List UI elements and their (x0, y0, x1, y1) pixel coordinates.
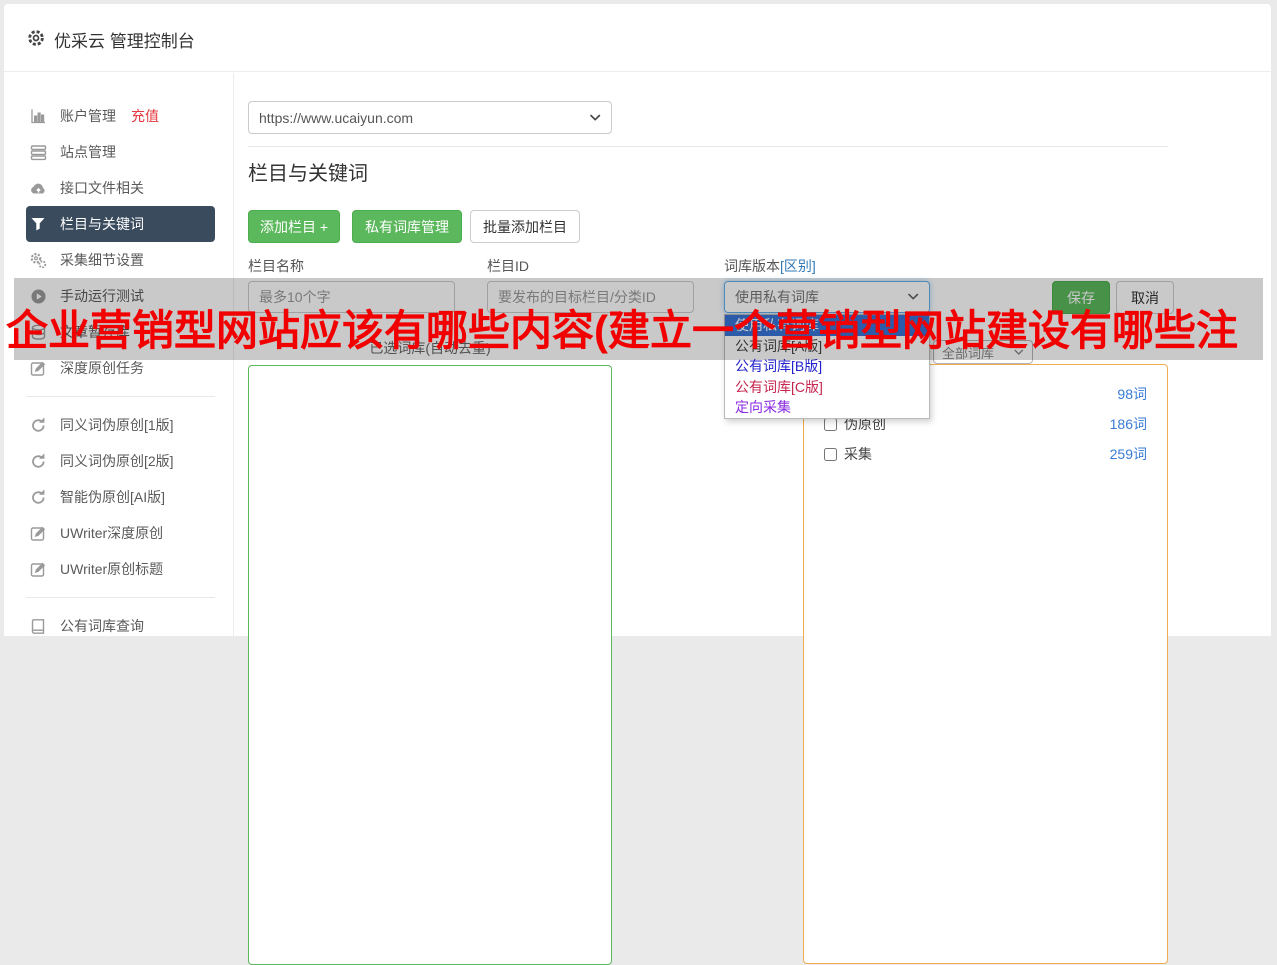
sidebar-item-account[interactable]: 账户管理 充值 (26, 98, 215, 134)
sidebar-item-label: 同义词伪原创[2版] (60, 453, 174, 469)
dropdown-option-public-a[interactable]: 公有词库[A版] (725, 336, 929, 357)
sidebar-item-manual-test[interactable]: 手动运行测试 (26, 278, 215, 314)
site-select[interactable]: https://www.ucaiyun.com (248, 101, 612, 134)
thesaurus-checkbox[interactable] (824, 447, 837, 461)
dropdown-option-private[interactable]: 使用私有词库 (725, 315, 929, 336)
dropdown-option-public-b[interactable]: 公有词库[B版] (725, 356, 929, 377)
batch-add-button[interactable]: 批量添加栏目 (470, 210, 580, 243)
thesaurus-version-select[interactable]: 使用私有词库 (724, 281, 930, 313)
sidebar-item-article-store[interactable]: 文章暂存库 (26, 314, 215, 350)
sidebar-item-label: 深度原创任务 (60, 360, 144, 376)
library-filter-select[interactable]: 全部词库 (933, 340, 1033, 364)
sidebar-item-synonym-v1[interactable]: 同义词伪原创[1版] (26, 407, 215, 443)
filter-icon (31, 217, 45, 230)
sidebar-item-label: 栏目与关键词 (60, 216, 144, 232)
save-button[interactable]: 保存 (1052, 281, 1110, 314)
selected-thesaurus-title: 已选词库(自动去重) (369, 340, 491, 356)
library-filter-value: 全部词库 (942, 345, 995, 361)
edit-icon (30, 562, 46, 577)
sidebar-item-label: 账户管理 (60, 108, 116, 124)
bar-chart-icon (31, 108, 46, 123)
column-name-label: 栏目名称 (248, 258, 304, 274)
sidebar-item-deep-original-task[interactable]: 深度原创任务 (26, 350, 215, 386)
server-icon (30, 144, 47, 160)
gears-icon (30, 252, 47, 268)
section-divider (248, 146, 1168, 147)
edit-icon (30, 526, 46, 541)
thesaurus-version-text: 词库版本 (724, 258, 780, 274)
sidebar: 账户管理 充值 站点管理 接口文件相关 栏目与关键词 采集细节设置 手动运行测试… (4, 73, 234, 636)
header: 优采云 管理控制台 (4, 4, 1271, 72)
selected-thesaurus-panel (248, 365, 612, 965)
app-window: 优采云 管理控制台 账户管理 充值 站点管理 接口文件相关 栏目与关键词 采集细… (4, 4, 1271, 965)
sidebar-item-sites[interactable]: 站点管理 (26, 134, 215, 170)
cancel-button[interactable]: 取消 (1116, 281, 1174, 314)
sidebar-item-label: 智能伪原创[AI版] (60, 489, 166, 505)
refresh-icon (32, 489, 45, 504)
sidebar-item-public-thesaurus[interactable]: 公有词库查询 (26, 608, 215, 644)
column-id-label: 栏目ID (487, 258, 529, 274)
edit-icon (30, 361, 46, 376)
database-icon (31, 324, 46, 340)
site-select-value: https://www.ucaiyun.com (259, 109, 414, 126)
thesaurus-version-value: 使用私有词库 (735, 289, 819, 305)
sidebar-item-label: UWriter原创标题 (60, 561, 164, 577)
sidebar-item-label: 站点管理 (60, 144, 116, 160)
sidebar-divider (26, 396, 215, 397)
word-count: 259词 (1109, 446, 1147, 462)
thesaurus-checkbox-label[interactable]: 采集 (824, 444, 872, 464)
play-icon (31, 289, 46, 303)
sidebar-item-label: 公有词库查询 (60, 618, 144, 634)
word-count: 186词 (1109, 416, 1147, 432)
sidebar-item-label: UWriter深度原创 (60, 525, 164, 541)
sidebar-item-uwriter-deep[interactable]: UWriter深度原创 (26, 515, 215, 551)
dropdown-option-targeted[interactable]: 定向采集 (725, 397, 929, 418)
refresh-icon (32, 417, 45, 432)
column-name-input[interactable] (248, 281, 455, 313)
word-count: 98词 (1117, 386, 1147, 402)
sidebar-item-label: 同义词伪原创[1版] (60, 417, 174, 433)
sidebar-divider (26, 597, 215, 598)
sidebar-item-uwriter-title[interactable]: UWriter原创标题 (26, 551, 215, 587)
cloud-upload-icon (30, 182, 46, 194)
chevron-down-icon (590, 114, 601, 120)
chevron-down-icon (1014, 349, 1024, 355)
version-diff-link[interactable]: [区别] (780, 258, 816, 274)
thesaurus-version-label: 词库版本[区别] (724, 256, 816, 276)
book-icon (31, 618, 45, 634)
sidebar-item-synonym-v2[interactable]: 同义词伪原创[2版] (26, 443, 215, 479)
thesaurus-row: 采集 259词 (803, 439, 1168, 469)
app-title: 优采云 管理控制台 (54, 32, 195, 51)
sidebar-item-label: 接口文件相关 (60, 180, 144, 196)
chevron-down-icon (908, 293, 919, 300)
thesaurus-name: 采集 (844, 446, 872, 462)
sidebar-item-interface-files[interactable]: 接口文件相关 (26, 170, 215, 206)
sidebar-item-columns-keywords[interactable]: 栏目与关键词 (26, 206, 215, 242)
private-thesaurus-button[interactable]: 私有词库管理 (352, 210, 462, 243)
sidebar-item-label: 文章暂存库 (60, 324, 130, 340)
recharge-badge[interactable]: 充值 (131, 106, 159, 126)
gear-icon (28, 30, 44, 46)
page-title: 栏目与关键词 (248, 163, 368, 185)
dropdown-option-public-c[interactable]: 公有词库[C版] (725, 377, 929, 398)
sidebar-item-label: 手动运行测试 (60, 288, 144, 304)
add-column-button[interactable]: 添加栏目 + (248, 210, 340, 243)
thesaurus-checkbox[interactable] (824, 417, 837, 431)
sidebar-item-collection-settings[interactable]: 采集细节设置 (26, 242, 215, 278)
thesaurus-version-dropdown: 使用私有词库 公有词库[A版] 公有词库[B版] 公有词库[C版] 定向采集 (724, 314, 930, 419)
sidebar-item-label: 采集细节设置 (60, 252, 144, 268)
refresh-icon (32, 453, 45, 468)
sidebar-item-ai-rewrite[interactable]: 智能伪原创[AI版] (26, 479, 215, 515)
column-id-input[interactable] (487, 281, 694, 313)
